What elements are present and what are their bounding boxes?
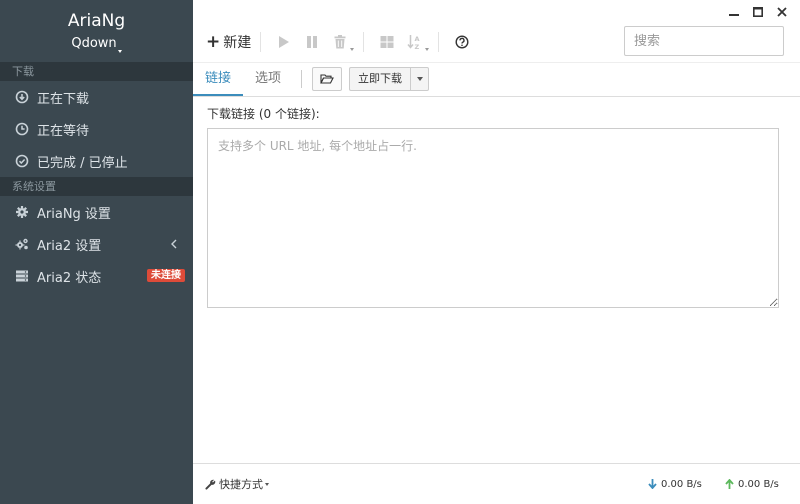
status-badge: 未连接 [147, 269, 185, 282]
arrow-down-icon [648, 479, 657, 489]
close-icon [777, 7, 787, 17]
download-speed-value: 0.00 B/s [661, 478, 702, 490]
sidebar-item-label: AriaNg 设置 [37, 206, 111, 222]
start-download-dropdown[interactable] [410, 67, 430, 91]
close-button[interactable] [774, 4, 790, 20]
arrow-up-icon [725, 479, 734, 489]
toolbar: + 新建 AZ [193, 22, 800, 62]
sort-alpha-icon: AZ [407, 35, 420, 50]
minimize-icon [729, 14, 739, 16]
tab-options[interactable]: 选项 [243, 62, 293, 96]
sidebar: AriaNg Qdown 下载 正在下载 正在等待 已完成 / 已停止 系统设置… [0, 0, 193, 504]
tab-links[interactable]: 链接 [193, 62, 244, 96]
gears-icon [15, 237, 29, 251]
gear-icon [15, 205, 29, 219]
maximize-button[interactable] [750, 4, 766, 20]
sidebar-item-label: 已完成 / 已停止 [37, 155, 128, 171]
upload-speed-value: 0.00 B/s [738, 478, 779, 490]
sidebar-item-stopped[interactable]: 已完成 / 已停止 [0, 145, 193, 177]
new-task-button[interactable]: + 新建 [206, 32, 251, 52]
maximize-icon [753, 7, 763, 17]
sidebar-item-aria2-settings[interactable]: Aria2 设置 [0, 228, 193, 260]
app-subtitle: Qdown [71, 36, 117, 51]
brand: AriaNg Qdown [0, 0, 193, 62]
delete-button[interactable] [330, 32, 355, 52]
start-download-group: 立即下载 [349, 67, 430, 91]
play-icon [279, 36, 290, 48]
plus-icon: + [206, 32, 221, 52]
server-icon [15, 269, 29, 283]
shortcut-menu[interactable]: 快捷方式 [205, 476, 269, 492]
sidebar-item-ariang-settings[interactable]: AriaNg 设置 [0, 196, 193, 228]
toolbar-divider [363, 32, 365, 52]
search-box [624, 26, 800, 56]
app-title: AriaNg [67, 11, 126, 31]
help-circle-icon [455, 35, 469, 49]
sort-button[interactable]: AZ [405, 32, 430, 52]
caret-down-icon [350, 48, 355, 51]
sidebar-item-waiting[interactable]: 正在等待 [0, 113, 193, 145]
toolbar-divider [438, 32, 440, 52]
sidebar-item-label: Aria2 设置 [37, 238, 102, 254]
section-settings: 系统设置 [0, 177, 193, 196]
new-task-label: 新建 [223, 35, 252, 51]
sidebar-item-label: 正在等待 [37, 123, 90, 139]
start-download-button[interactable]: 立即下载 [349, 67, 411, 91]
folder-open-icon [320, 74, 334, 84]
window-controls [726, 4, 790, 20]
svg-text:Z: Z [415, 43, 420, 50]
search-input[interactable] [625, 27, 800, 55]
app-subtitle-dropdown[interactable]: Qdown [0, 34, 193, 54]
caret-down-icon [425, 48, 430, 51]
download-circle-icon [15, 90, 29, 104]
pause-button[interactable] [302, 32, 322, 52]
caret-down-icon [416, 77, 423, 81]
toolbar-divider [260, 32, 262, 52]
help-button[interactable] [452, 32, 472, 52]
svg-text:A: A [415, 35, 420, 43]
clock-icon [15, 122, 29, 136]
wrench-icon [205, 479, 216, 490]
sidebar-item-downloading[interactable]: 正在下载 [0, 81, 193, 113]
new-task-tabs: 链接 选项 立即下载 [193, 62, 800, 97]
pause-icon [307, 36, 318, 48]
trash-icon [334, 35, 346, 49]
check-circle-icon [15, 154, 29, 168]
sidebar-item-label: 正在下载 [37, 91, 90, 107]
links-label: 下载链接 (0 个链接): [207, 107, 320, 121]
download-speed: 0.00 B/s [648, 479, 702, 490]
caret-down-icon [117, 50, 122, 53]
sidebar-item-aria2-status[interactable]: Aria2 状态 未连接 [0, 260, 193, 292]
shortcut-label: 快捷方式 [219, 478, 263, 491]
minimize-button[interactable] [726, 4, 742, 20]
caret-down-icon [265, 482, 269, 486]
grid-icon [380, 36, 394, 48]
display-mode-button[interactable] [377, 32, 397, 52]
open-file-button[interactable] [312, 67, 343, 91]
footer: 快捷方式 0.00 B/s 0.00 B/s [193, 463, 800, 504]
start-button[interactable] [274, 32, 294, 52]
tab-divider [301, 70, 303, 88]
upload-speed: 0.00 B/s [725, 479, 779, 490]
links-textarea[interactable] [207, 128, 779, 308]
sidebar-item-label: Aria2 状态 [37, 270, 102, 286]
section-download: 下载 [0, 62, 193, 81]
chevron-left-icon [170, 238, 178, 253]
